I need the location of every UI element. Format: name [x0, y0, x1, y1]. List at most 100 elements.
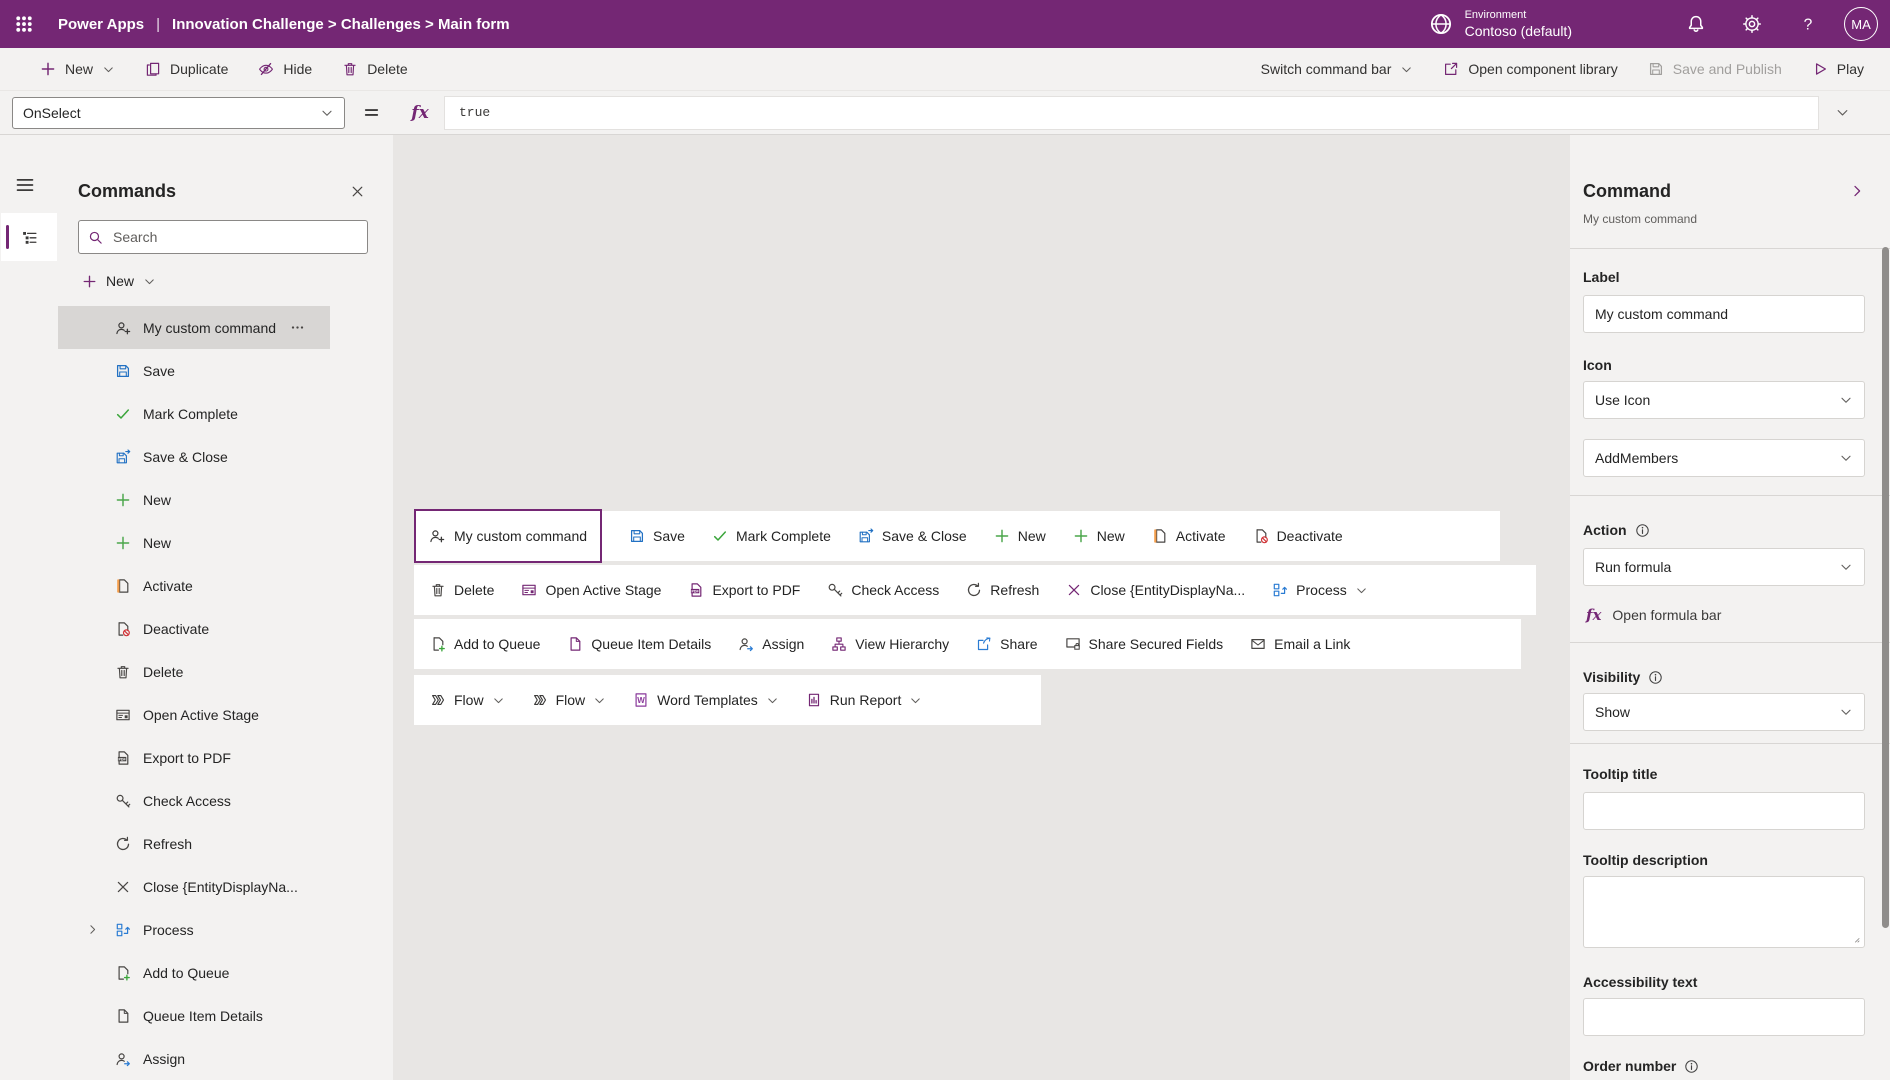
command-item-new[interactable]: New [58, 521, 330, 564]
command-item-queue-item-details[interactable]: Queue Item Details [58, 994, 330, 1037]
command-item-my-custom-command[interactable]: My custom command [58, 306, 330, 349]
command-item-deactivate[interactable]: Deactivate [58, 607, 330, 650]
canvas-command-activate[interactable]: Activate [1152, 528, 1226, 544]
command-item-label: Check Access [143, 793, 231, 809]
flow-icon [532, 692, 548, 708]
command-item-open-active-stage[interactable]: Open Active Stage [58, 693, 330, 736]
canvas-command-flow[interactable]: Flow [430, 692, 505, 708]
command-item-delete[interactable]: Delete [58, 650, 330, 693]
canvas-command-share[interactable]: Share [976, 636, 1037, 652]
command-item-activate[interactable]: Activate [58, 564, 330, 607]
canvas-command-refresh[interactable]: Refresh [966, 582, 1039, 598]
canvas-command-open-active-stage[interactable]: Open Active Stage [521, 582, 661, 598]
canvas-command-save-close[interactable]: Save & Close [858, 528, 967, 544]
more-options-icon[interactable] [290, 320, 305, 335]
settings-button[interactable] [1724, 0, 1780, 48]
resize-handle-icon[interactable] [1848, 931, 1861, 944]
environment-name: Contoso (default) [1465, 22, 1572, 40]
toolbar-button-hide[interactable]: Hide [258, 61, 312, 77]
canvas-command-label: Save & Close [882, 528, 967, 544]
info-icon[interactable] [1635, 523, 1650, 538]
canvas-command-flow[interactable]: Flow [532, 692, 607, 708]
canvas-command-share-secured-fields[interactable]: Share Secured Fields [1065, 636, 1224, 652]
plus-icon [115, 492, 131, 508]
toolbar-button-label: New [65, 61, 93, 77]
command-item-new[interactable]: New [58, 478, 330, 521]
search-box[interactable] [78, 220, 368, 254]
canvas-command-my-custom-command[interactable]: My custom command [414, 509, 602, 563]
top-app-bar: Power Apps | Innovation Challenge > Chal… [0, 0, 1890, 48]
close-icon[interactable] [350, 184, 365, 199]
property-selector[interactable]: OnSelect [12, 97, 345, 129]
visibility-dropdown[interactable]: Show [1583, 693, 1865, 731]
formula-bar-collapse-button[interactable] [1819, 105, 1865, 120]
toolbar-button-save-and-publish[interactable]: Save and Publish [1648, 61, 1782, 77]
mail-icon [1250, 636, 1266, 652]
canvas-command-check-access[interactable]: Check Access [827, 582, 939, 598]
chevron-down-icon [1839, 560, 1853, 574]
help-button[interactable]: ? [1780, 0, 1836, 48]
waffle-menu-button[interactable] [0, 0, 48, 48]
properties-scrollbar-thumb[interactable] [1882, 247, 1889, 928]
new-command-button[interactable]: New [78, 266, 160, 296]
command-item-close-entitydisplayna[interactable]: Close {EntityDisplayNa... [58, 865, 330, 908]
toolbar-button-new[interactable]: New [40, 61, 115, 77]
breadcrumb[interactable]: Innovation Challenge > Challenges > Main… [172, 16, 510, 33]
info-icon[interactable] [1648, 670, 1663, 685]
toolbar-button-delete[interactable]: Delete [342, 61, 407, 77]
toolbar-button-switch-command-bar[interactable]: Switch command bar [1261, 61, 1414, 77]
notifications-button[interactable] [1668, 0, 1724, 48]
canvas-command-new[interactable]: New [1073, 528, 1125, 544]
command-item-save[interactable]: Save [58, 349, 330, 392]
app-name[interactable]: Power Apps [58, 16, 144, 33]
command-item-process[interactable]: Process [58, 908, 330, 951]
canvas-command-assign[interactable]: Assign [738, 636, 804, 652]
toolbar-button-duplicate[interactable]: Duplicate [145, 61, 228, 77]
command-item-add-to-queue[interactable]: Add to Queue [58, 951, 330, 994]
canvas-command-deactivate[interactable]: Deactivate [1253, 528, 1343, 544]
environment-picker[interactable]: Environment Contoso (default) [1429, 8, 1572, 40]
canvas-command-new[interactable]: New [994, 528, 1046, 544]
canvas-command-queue-item-details[interactable]: Queue Item Details [567, 636, 711, 652]
info-icon[interactable] [1684, 1059, 1699, 1074]
command-item-refresh[interactable]: Refresh [58, 822, 330, 865]
command-item-mark-complete[interactable]: Mark Complete [58, 392, 330, 435]
collapse-panel-icon[interactable] [1849, 183, 1865, 199]
toolbar-button-open-component-library[interactable]: Open component library [1443, 61, 1617, 77]
canvas-command-export-to-pdf[interactable]: PDFExport to PDF [688, 582, 800, 598]
action-dropdown[interactable]: Run formula [1583, 548, 1865, 586]
canvas-command-delete[interactable]: Delete [430, 582, 494, 598]
canvas-command-view-hierarchy[interactable]: View Hierarchy [831, 636, 949, 652]
rail-item-tree-view[interactable] [1, 213, 57, 261]
icon-type-dropdown[interactable]: Use Icon [1583, 381, 1865, 419]
expand-chevron-icon[interactable] [86, 923, 99, 936]
canvas-command-label: Close {EntityDisplayNa... [1090, 582, 1245, 598]
canvas-command-email-a-link[interactable]: Email a Link [1250, 636, 1350, 652]
canvas-command-add-to-queue[interactable]: Add to Queue [430, 636, 540, 652]
formula-input[interactable]: true [444, 96, 1819, 130]
accessibility-text-input[interactable] [1583, 998, 1865, 1036]
canvas-command-word-templates[interactable]: WWord Templates [633, 692, 779, 708]
label-field-label: Label [1583, 269, 1865, 285]
command-item-export-to-pdf[interactable]: PDFExport to PDF [58, 736, 330, 779]
canvas-command-mark-complete[interactable]: Mark Complete [712, 528, 831, 544]
avatar[interactable]: MA [1844, 7, 1878, 41]
icon-name-dropdown[interactable]: AddMembers [1583, 439, 1865, 477]
tooltip-description-input[interactable] [1584, 877, 1864, 947]
open-formula-bar-link[interactable]: fx Open formula bar [1583, 606, 1865, 624]
canvas-command-label: Queue Item Details [591, 636, 711, 652]
canvas-command-close-entitydisplayna[interactable]: Close {EntityDisplayNa... [1066, 582, 1245, 598]
label-input[interactable] [1583, 295, 1865, 333]
save-icon [115, 363, 131, 379]
tooltip-title-input[interactable] [1583, 792, 1865, 830]
selected-accent-bar [6, 225, 9, 249]
command-item-save-close[interactable]: Save & Close [58, 435, 330, 478]
toolbar-button-play[interactable]: Play [1812, 61, 1864, 77]
command-item-check-access[interactable]: Check Access [58, 779, 330, 822]
command-item-assign[interactable]: Assign [58, 1037, 330, 1080]
search-input[interactable] [111, 228, 358, 246]
canvas-command-process[interactable]: Process [1272, 582, 1368, 598]
hamburger-icon[interactable] [15, 175, 35, 195]
canvas-command-run-report[interactable]: Run Report [806, 692, 923, 708]
canvas-command-save[interactable]: Save [629, 528, 685, 544]
